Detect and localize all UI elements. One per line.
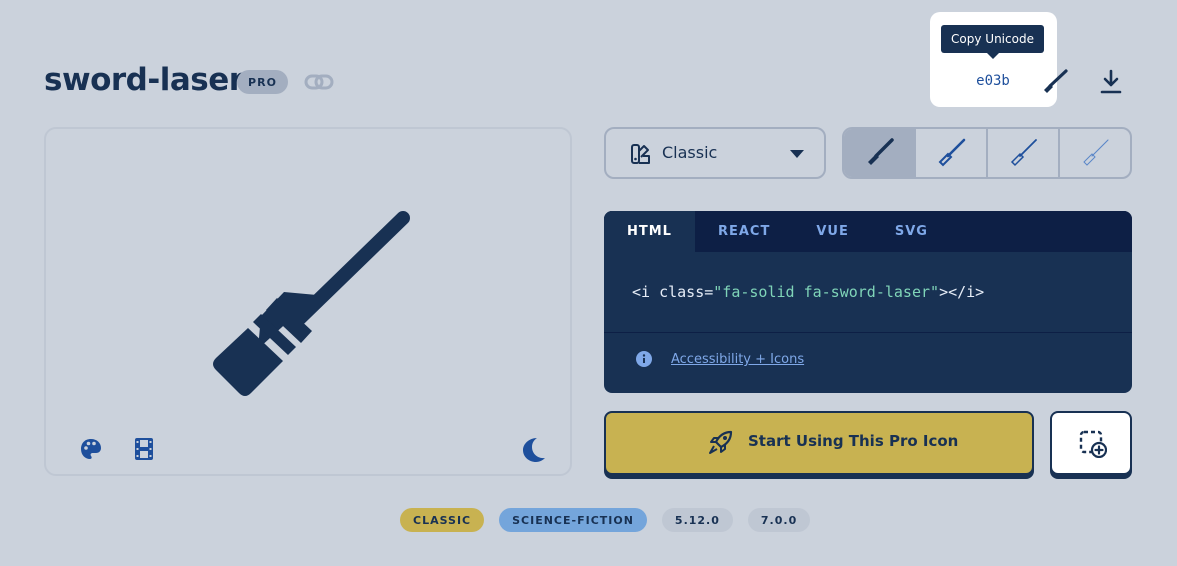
tab-svg[interactable]: SVG bbox=[872, 211, 951, 252]
sword-laser-icon bbox=[213, 211, 410, 396]
tag-list: CLASSIC SCIENCE-FICTION 5.12.0 7.0.0 bbox=[400, 508, 811, 532]
family-select[interactable]: Classic bbox=[604, 127, 826, 179]
tag-version-7[interactable]: 7.0.0 bbox=[747, 508, 811, 532]
sword-laser-regular-icon bbox=[938, 138, 966, 167]
swatchbook-icon bbox=[631, 144, 650, 164]
start-using-pro-label: Start Using This Pro Icon bbox=[748, 432, 959, 450]
code-class-value: "fa-solid fa-sword-laser" bbox=[713, 283, 940, 301]
accessibility-link[interactable]: Accessibility + Icons bbox=[671, 352, 804, 367]
add-to-kit-button[interactable] bbox=[1050, 411, 1132, 475]
code-suffix: ></i> bbox=[939, 283, 985, 301]
code-divider bbox=[604, 332, 1132, 333]
film-icon[interactable] bbox=[135, 438, 153, 460]
tab-react[interactable]: REACT bbox=[695, 211, 793, 252]
code-panel: HTML REACT VUE SVG <i class="fa-solid fa… bbox=[604, 211, 1132, 393]
download-icon[interactable] bbox=[1099, 69, 1123, 95]
sword-laser-light-icon bbox=[1010, 139, 1037, 167]
tag-classic[interactable]: CLASSIC bbox=[400, 508, 485, 532]
rocket-icon bbox=[709, 430, 733, 454]
palette-icon[interactable] bbox=[80, 438, 102, 460]
tab-html[interactable]: HTML bbox=[604, 211, 695, 252]
link-icon[interactable] bbox=[304, 70, 334, 94]
family-select-label: Classic bbox=[662, 143, 718, 162]
copy-glyph-icon[interactable] bbox=[1040, 68, 1068, 96]
style-thin-button[interactable] bbox=[1060, 129, 1130, 177]
code-snippet[interactable]: <i class="fa-solid fa-sword-laser"></i> bbox=[632, 283, 984, 301]
code-prefix: <i class= bbox=[632, 283, 714, 301]
tag-version-5[interactable]: 5.12.0 bbox=[661, 508, 733, 532]
copy-unicode-tooltip: Copy Unicode bbox=[941, 25, 1044, 53]
chevron-down-icon bbox=[790, 150, 804, 158]
style-solid-button[interactable] bbox=[844, 129, 916, 177]
style-light-button[interactable] bbox=[988, 129, 1060, 177]
tooltip-arrow bbox=[987, 53, 999, 59]
page-title: sword-laser bbox=[44, 62, 244, 98]
sword-laser-thin-icon bbox=[1083, 139, 1109, 166]
unicode-value[interactable]: e03b bbox=[962, 73, 1024, 89]
moon-icon[interactable] bbox=[522, 437, 546, 463]
pro-badge: PRO bbox=[237, 70, 288, 94]
style-regular-button[interactable] bbox=[916, 129, 988, 177]
tag-science-fiction[interactable]: SCIENCE-FICTION bbox=[499, 508, 647, 532]
square-dashed-plus-icon bbox=[1079, 430, 1107, 458]
code-tabs: HTML REACT VUE SVG bbox=[604, 211, 1132, 252]
tab-vue[interactable]: VUE bbox=[793, 211, 872, 252]
style-selector bbox=[842, 127, 1132, 179]
start-using-pro-button[interactable]: Start Using This Pro Icon bbox=[604, 411, 1034, 475]
info-icon bbox=[636, 351, 652, 367]
sword-laser-solid-icon bbox=[868, 138, 894, 165]
